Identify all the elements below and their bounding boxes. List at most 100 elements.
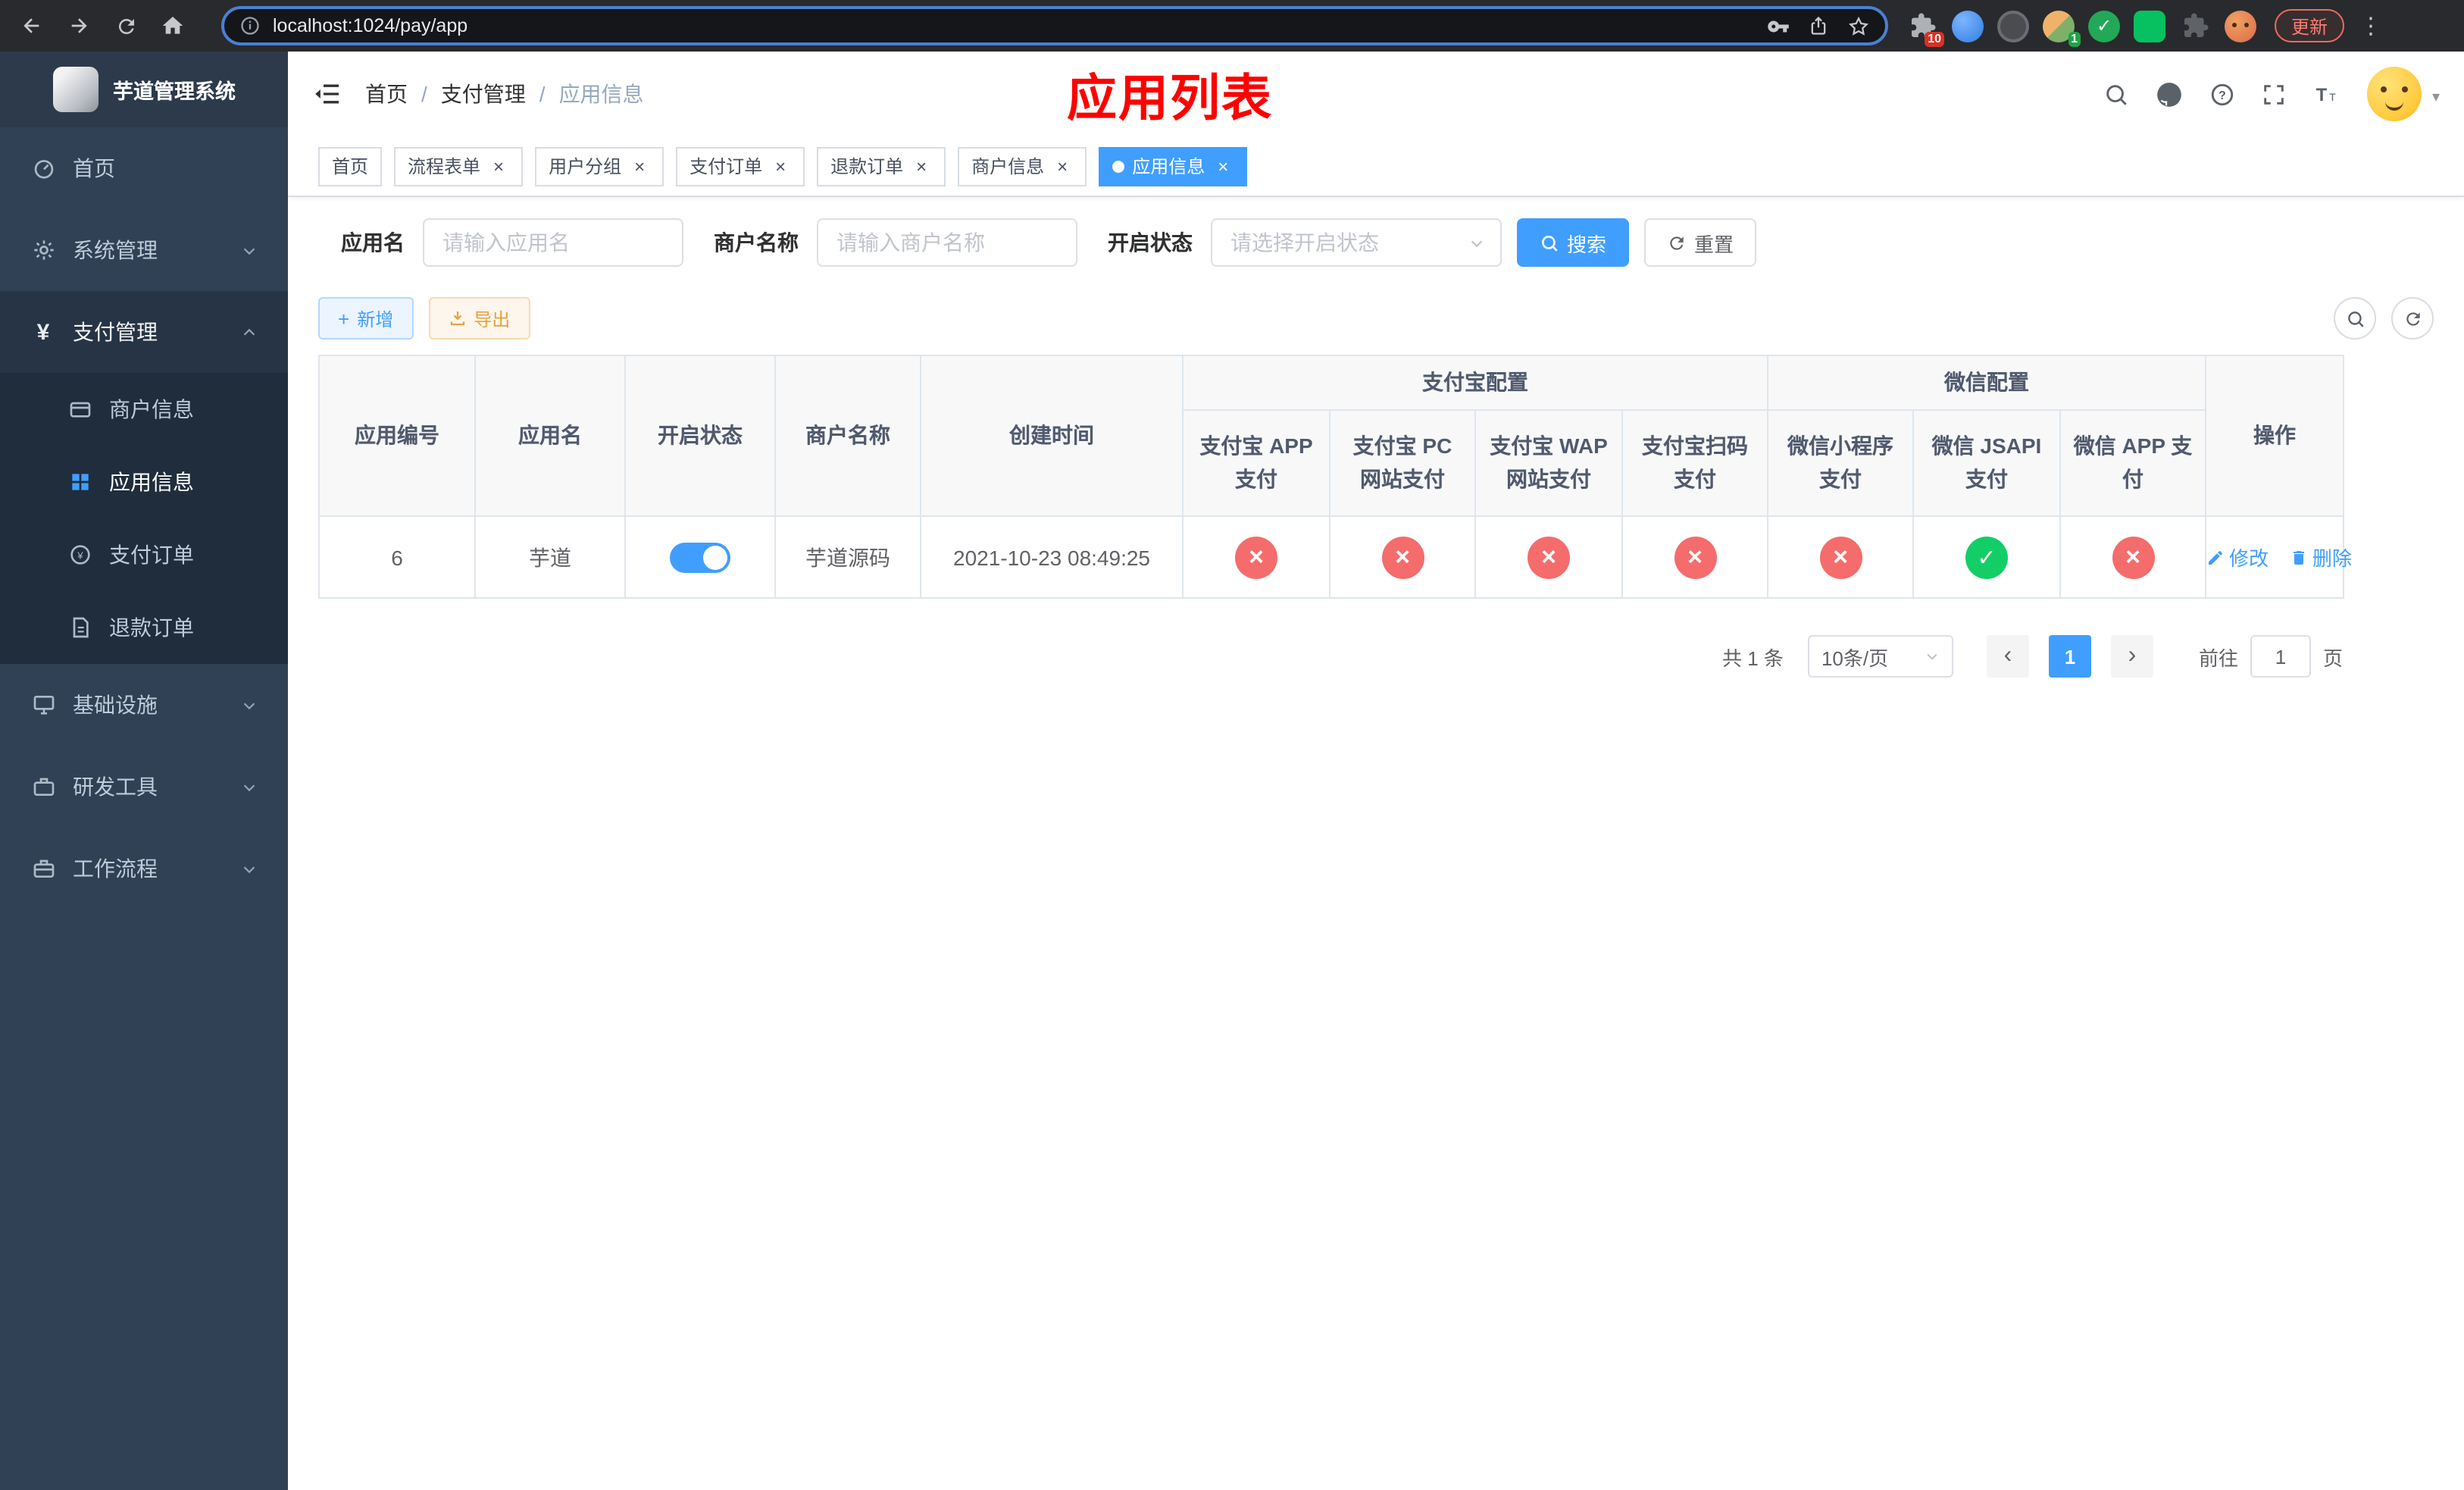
prev-page-button[interactable]: [1986, 635, 2029, 678]
screen: localhost:1024/pay/app 10 1 ✓ 更新 ⋮ 芋道管理系…: [0, 0, 2464, 1490]
extension-icon-2[interactable]: [1952, 10, 1984, 42]
password-key-icon[interactable]: [1767, 14, 1790, 37]
reload-button[interactable]: [106, 6, 145, 45]
close-tab-icon[interactable]: [629, 155, 650, 177]
page-size-select[interactable]: 10条/页: [1807, 635, 1953, 678]
extension-icon-6[interactable]: [2134, 10, 2165, 42]
sidebar-item-label: 首页: [73, 156, 115, 180]
col-header-name: 应用名: [474, 355, 626, 517]
user-avatar[interactable]: [2366, 67, 2422, 121]
back-button[interactable]: [12, 6, 52, 45]
search-button[interactable]: 搜索: [1517, 218, 1630, 267]
reset-button[interactable]: 重置: [1644, 218, 1757, 267]
extension-icon-8[interactable]: [2225, 10, 2256, 42]
sidebar-item-infra[interactable]: 基础设施: [0, 664, 288, 746]
close-tab-icon[interactable]: [1052, 155, 1073, 177]
merchant-name-input[interactable]: [817, 218, 1077, 267]
col-header-wechat-jsapi: 微信 JSAPI 支付: [1912, 409, 2061, 517]
pagination: 共 1 条 10条/页 1 前往 页: [318, 635, 2343, 678]
select-caret-icon: [1468, 234, 1485, 251]
export-button[interactable]: 导出: [428, 297, 530, 340]
close-tab-icon[interactable]: [911, 155, 932, 177]
extension-badge: 10: [1925, 31, 1944, 46]
close-tab-icon[interactable]: [488, 155, 509, 177]
help-icon[interactable]: ?: [2209, 81, 2235, 107]
breadcrumb-separator: /: [421, 82, 427, 106]
col-header-alipay-app: 支付宝 APP 支付: [1182, 409, 1330, 517]
extension-puzzle-icon[interactable]: 10: [1906, 10, 1944, 46]
sidebar-item-label: 支付管理: [73, 320, 158, 344]
sidebar-item-system[interactable]: 系统管理: [0, 209, 288, 291]
col-header-created: 创建时间: [920, 355, 1184, 517]
sidebar-item-workflow[interactable]: 工作流程: [0, 828, 288, 909]
tab-merchant-info[interactable]: 商户信息: [958, 146, 1087, 186]
breadcrumb-payment[interactable]: 支付管理: [441, 79, 526, 109]
forward-button[interactable]: [59, 6, 98, 45]
col-header-action: 操作: [2205, 355, 2344, 517]
cell-created: 2021-10-23 08:49:25: [920, 515, 1184, 599]
extension-profile-icon[interactable]: 1: [2043, 10, 2081, 46]
tab-app-info[interactable]: 应用信息: [1099, 146, 1248, 186]
breadcrumb: 首页 / 支付管理 / 应用信息: [365, 79, 644, 109]
browser-update-button[interactable]: 更新: [2275, 9, 2345, 42]
fullscreen-icon[interactable]: [2261, 81, 2287, 107]
extension-icon-7[interactable]: [2179, 10, 2211, 42]
site-info-icon[interactable]: [239, 15, 261, 36]
breadcrumb-home[interactable]: 首页: [365, 79, 408, 109]
delete-button[interactable]: 删除: [2290, 543, 2352, 571]
document-icon: [67, 615, 92, 640]
briefcase-icon: [30, 856, 56, 881]
col-header-alipay-pc: 支付宝 PC 网站支付: [1329, 409, 1476, 517]
tab-user-group[interactable]: 用户分组: [535, 146, 664, 186]
toggle-search-button[interactable]: [2334, 297, 2376, 340]
sidebar-item-pay-order[interactable]: ¥ 支付订单: [0, 518, 288, 591]
tab-process-form[interactable]: 流程表单: [394, 146, 524, 186]
goto-page-input[interactable]: [2250, 635, 2311, 678]
status-select[interactable]: 请选择开启状态: [1211, 218, 1502, 267]
sidebar-item-app-info[interactable]: 应用信息: [0, 446, 288, 518]
sidebar-toggle-icon[interactable]: [312, 79, 342, 109]
sidebar-item-refund-order[interactable]: 退款订单: [0, 591, 288, 664]
close-tab-icon[interactable]: [770, 155, 791, 177]
page-number-1[interactable]: 1: [2048, 635, 2091, 678]
extension-icon-3[interactable]: [1997, 10, 2029, 42]
sidebar-item-merchant-info[interactable]: 商户信息: [0, 373, 288, 446]
bookmark-star-icon[interactable]: [1847, 14, 1870, 37]
add-button[interactable]: + 新增: [318, 297, 414, 340]
tab-home[interactable]: 首页: [318, 146, 383, 186]
edit-button[interactable]: 修改: [2206, 543, 2269, 571]
sidebar-item-payment[interactable]: ¥ 支付管理: [0, 291, 288, 373]
sidebar-item-dev-tools[interactable]: 研发工具: [0, 746, 288, 828]
tab-refund-order[interactable]: 退款订单: [817, 146, 946, 186]
close-tab-icon[interactable]: [1212, 155, 1234, 177]
url-text: localhost:1024/pay/app: [273, 15, 468, 36]
address-bar[interactable]: localhost:1024/pay/app: [221, 6, 1888, 45]
col-header-wechat-mini: 微信小程序支付: [1767, 409, 1914, 517]
dashboard-icon: [30, 155, 56, 181]
github-icon[interactable]: [2155, 80, 2184, 108]
extension-icon-5[interactable]: ✓: [2088, 10, 2120, 42]
payment-submenu: 商户信息 应用信息 ¥ 支付订单 退款订单: [0, 373, 288, 664]
sidebar-item-home[interactable]: 首页: [0, 127, 288, 209]
app-logo[interactable]: 芋道管理系统: [0, 52, 288, 127]
font-size-icon[interactable]: TT: [2312, 80, 2341, 108]
tab-pay-order[interactable]: 支付订单: [676, 146, 805, 186]
search-icon[interactable]: [2103, 81, 2129, 107]
refresh-button[interactable]: [2391, 297, 2434, 340]
col-header-id: 应用编号: [318, 355, 476, 517]
user-menu-caret-icon[interactable]: ▾: [2432, 89, 2440, 106]
status-toggle[interactable]: [670, 542, 730, 572]
sidebar: 芋道管理系统 首页 系统管理 ¥ 支付管理 商户信息 应用信息 ¥ 支付订单 退…: [0, 52, 288, 1490]
sidebar-item-label: 支付订单: [109, 543, 194, 567]
trash-icon: [2293, 550, 2304, 564]
browser-menu-icon[interactable]: ⋮: [2359, 12, 2382, 39]
svg-text:?: ?: [2219, 89, 2226, 102]
sidebar-item-label: 基础设施: [73, 693, 158, 717]
app-name-input[interactable]: [423, 218, 683, 267]
status-cross-icon: [1674, 536, 1716, 578]
sidebar-item-label: 研发工具: [73, 775, 158, 799]
next-page-button[interactable]: [2110, 635, 2153, 678]
share-icon[interactable]: [1808, 15, 1829, 36]
home-button[interactable]: [153, 6, 192, 45]
chevron-down-icon: [241, 696, 258, 713]
